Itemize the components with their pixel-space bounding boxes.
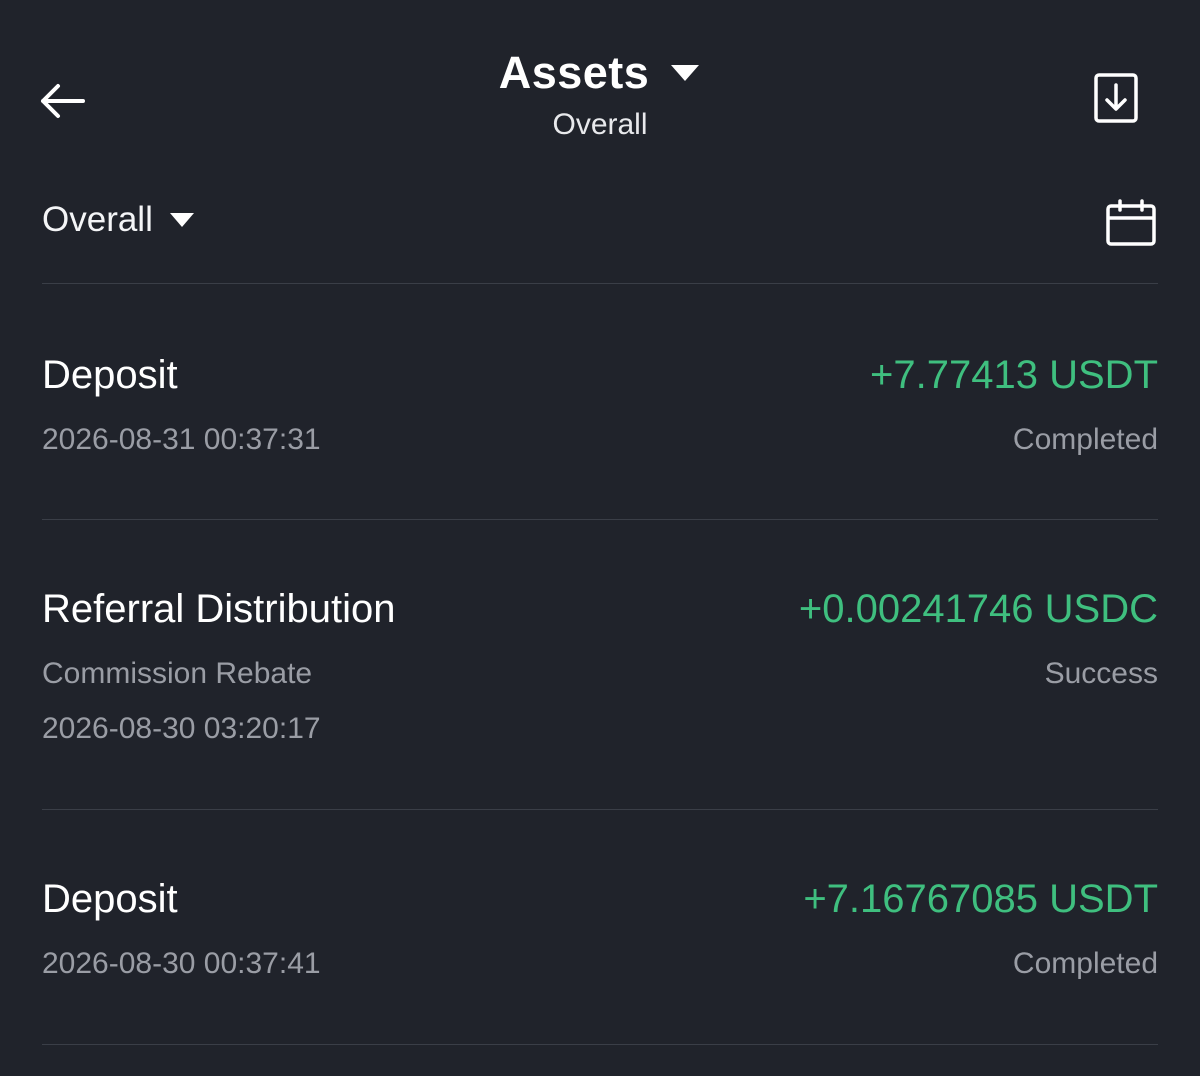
divider <box>42 519 1158 520</box>
category-filter-dropdown[interactable]: Overall <box>42 198 195 242</box>
transaction-amount: +7.16767085 USDT <box>803 877 1158 921</box>
asset-type-selector[interactable]: Assets <box>499 44 702 102</box>
transaction-subtype: Commission Rebate <box>42 657 313 690</box>
caret-down-icon <box>671 65 700 81</box>
transaction-datetime: 2026-08-30 03:20:17 <box>42 712 321 745</box>
download-icon <box>1094 73 1138 123</box>
date-filter-button[interactable] <box>1104 196 1158 250</box>
download-button[interactable] <box>1090 70 1142 126</box>
transaction-status: Completed <box>1012 947 1158 980</box>
transaction-amount: +0.00241746 USDC <box>798 587 1158 631</box>
transaction-row[interactable]: Deposit +7.77413 USDT 2026-08-31 00:37:3… <box>42 350 1158 470</box>
assets-history-screen: Assets Overall Overall Deposit +7.77413 … <box>0 0 1200 1076</box>
caret-down-icon <box>169 213 194 227</box>
divider <box>42 283 1158 284</box>
filter-bar: Overall <box>42 190 1158 254</box>
transaction-type: Deposit <box>42 353 178 397</box>
transaction-status: Success <box>1044 657 1158 690</box>
page-title: Assets <box>498 47 650 98</box>
page-subtitle: Overall <box>552 108 648 141</box>
transaction-datetime: 2026-08-31 00:37:31 <box>42 423 321 456</box>
top-bar: Assets Overall <box>0 0 1200 170</box>
transaction-amount: +7.77413 USDT <box>870 353 1158 397</box>
transaction-type: Deposit <box>42 877 178 921</box>
back-button[interactable] <box>34 74 90 128</box>
category-filter-label: Overall <box>42 200 153 239</box>
transaction-row[interactable]: Referral Distribution +0.00241746 USDC C… <box>42 584 1158 754</box>
divider <box>42 1044 1158 1045</box>
transaction-status: Completed <box>1012 423 1158 456</box>
transaction-datetime: 2026-08-30 00:37:41 <box>42 947 321 980</box>
divider <box>42 809 1158 810</box>
calendar-icon <box>1106 199 1156 246</box>
transaction-type: Referral Distribution <box>42 587 396 631</box>
transaction-row[interactable]: Deposit +7.16767085 USDT 2026-08-30 00:3… <box>42 874 1158 994</box>
arrow-left-icon <box>41 84 85 118</box>
title-block: Assets Overall <box>400 44 800 145</box>
